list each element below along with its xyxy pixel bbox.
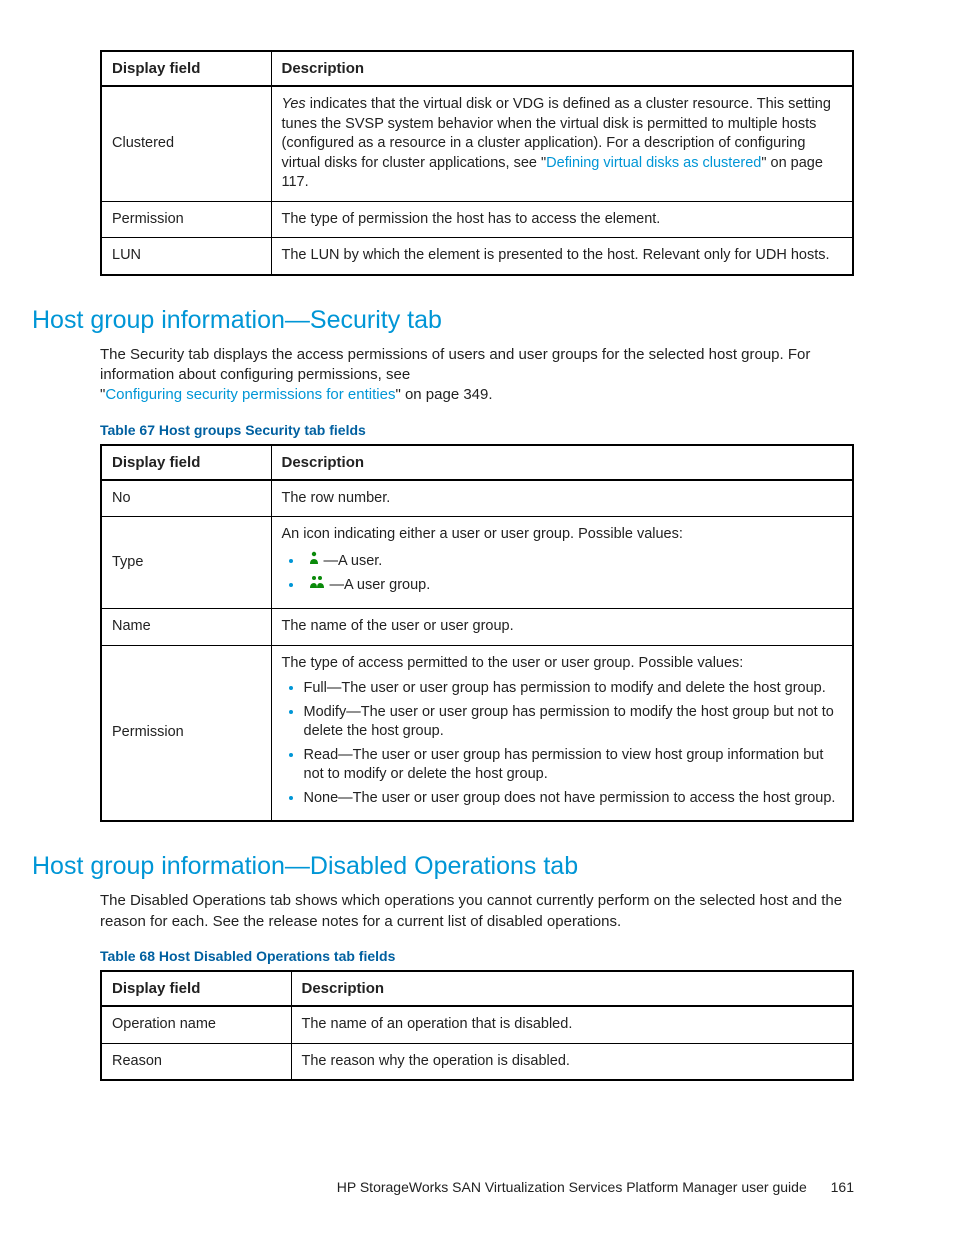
cell-field: No <box>101 480 271 517</box>
cell-field: Clustered <box>101 86 271 201</box>
type-group-text: —A user group. <box>330 577 431 593</box>
link-configuring-security[interactable]: Configuring security permissions for ent… <box>105 386 395 403</box>
table-row: Permission The type of permission the ho… <box>101 201 853 238</box>
user-group-icon <box>308 575 326 596</box>
list-item: —A user group. <box>304 575 843 596</box>
cell-desc: The name of an operation that is disable… <box>291 1006 853 1043</box>
para-after: " on page 349. <box>395 386 492 403</box>
cell-field: Permission <box>101 201 271 238</box>
table-row: Operation name The name of an operation … <box>101 1006 853 1043</box>
cell-desc: The type of permission the host has to a… <box>271 201 853 238</box>
cell-field: LUN <box>101 238 271 275</box>
perm-list: Full—The user or user group has permissi… <box>282 679 843 808</box>
table-67: Display field Description No The row num… <box>100 444 854 823</box>
italic-yes: Yes <box>282 96 306 112</box>
cell-desc: Yes indicates that the virtual disk or V… <box>271 86 853 201</box>
footer-title: HP StorageWorks SAN Virtualization Servi… <box>337 1179 807 1195</box>
cell-desc: The reason why the operation is disabled… <box>291 1043 853 1080</box>
cell-field: Type <box>101 517 271 609</box>
heading-disabled-ops-tab: Host group information—Disabled Operatio… <box>32 852 854 881</box>
heading-security-tab: Host group information—Security tab <box>32 306 854 335</box>
cell-desc: An icon indicating either a user or user… <box>271 517 853 609</box>
table-row: Permission The type of access permitted … <box>101 645 853 821</box>
table-row: No The row number. <box>101 480 853 517</box>
cell-field: Reason <box>101 1043 291 1080</box>
page-footer: HP StorageWorks SAN Virtualization Servi… <box>337 1179 854 1195</box>
table-row: Type An icon indicating either a user or… <box>101 517 853 609</box>
col-description: Description <box>271 51 853 86</box>
cell-field: Operation name <box>101 1006 291 1043</box>
list-item: Full—The user or user group has permissi… <box>304 679 843 699</box>
table-row: Name The name of the user or user group. <box>101 608 853 645</box>
cell-desc: The name of the user or user group. <box>271 608 853 645</box>
table-row: Reason The reason why the operation is d… <box>101 1043 853 1080</box>
col-display-field: Display field <box>101 51 271 86</box>
table-caption-68: Table 68 Host Disabled Operations tab fi… <box>100 948 854 964</box>
table-continued: Display field Description Clustered Yes … <box>100 50 854 276</box>
col-display-field: Display field <box>101 445 271 480</box>
table-row: Clustered Yes indicates that the virtual… <box>101 86 853 201</box>
cell-desc: The LUN by which the element is presente… <box>271 238 853 275</box>
type-user-text: —A user. <box>324 553 383 569</box>
cell-field: Name <box>101 608 271 645</box>
col-display-field: Display field <box>101 971 291 1006</box>
list-item: None—The user or user group does not hav… <box>304 789 843 809</box>
type-intro: An icon indicating either a user or user… <box>282 526 683 542</box>
para-text: The Security tab displays the access per… <box>100 346 810 383</box>
para-security: The Security tab displays the access per… <box>100 345 854 406</box>
table-68: Display field Description Operation name… <box>100 970 854 1081</box>
col-description: Description <box>271 445 853 480</box>
list-item: Read—The user or user group has permissi… <box>304 746 843 785</box>
perm-intro: The type of access permitted to the user… <box>282 655 744 671</box>
cell-desc: The row number. <box>271 480 853 517</box>
user-icon <box>308 551 320 572</box>
para-disabled-ops: The Disabled Operations tab shows which … <box>100 891 854 932</box>
table-caption-67: Table 67 Host groups Security tab fields <box>100 422 854 438</box>
link-defining-virtual-disks[interactable]: Defining virtual disks as clustered <box>546 155 761 171</box>
table-row: LUN The LUN by which the element is pres… <box>101 238 853 275</box>
list-item: Modify—The user or user group has permis… <box>304 703 843 742</box>
col-description: Description <box>291 971 853 1006</box>
cell-field: Permission <box>101 645 271 821</box>
type-list: —A user. —A user group. <box>282 551 843 596</box>
cell-desc: The type of access permitted to the user… <box>271 645 853 821</box>
page-number: 161 <box>831 1179 854 1195</box>
list-item: —A user. <box>304 551 843 572</box>
